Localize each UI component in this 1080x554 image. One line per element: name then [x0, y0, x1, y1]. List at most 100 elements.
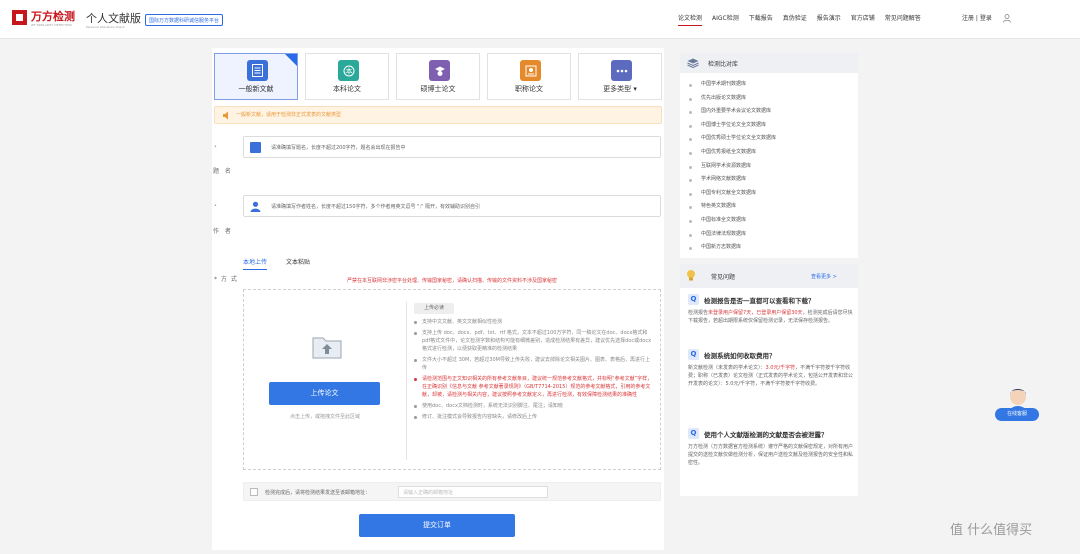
nav-item-demo[interactable]: 报告演示 [817, 12, 841, 26]
tab-professional-title[interactable]: 职称论文 [487, 53, 571, 100]
submit-order-button[interactable]: 提交订单 [359, 514, 515, 537]
faq-answer: 新文献检测（未发表的学术论文）：3.0元/千字符，不满千字符按千字符收费；职称（… [688, 365, 854, 387]
database-item: 中国标准全文数据库 [687, 214, 776, 228]
logo-icon[interactable] [12, 10, 27, 25]
faq-panel: 常见问题 查看更多 > Q 检测报告是否一直都可以查看和下载？ 检测报告未登录用户… [680, 264, 858, 496]
tab-label: 一般新文献 [238, 85, 274, 93]
email-notify-row: 检测完成后，请将检测结果发送至该邮箱地址： 请输入正确的邮箱地址 [243, 482, 661, 501]
login-link[interactable]: 注册 | 登录 [962, 12, 992, 26]
requirement-item: 支持中文文献、英文文献相似性检测 [414, 318, 654, 326]
more-icon [611, 60, 632, 81]
speaker-icon [223, 111, 228, 120]
tab-general-document[interactable]: 一般新文献 [214, 53, 298, 100]
question-icon: Q [688, 349, 699, 360]
database-item: 中国学术期刊数据库 [687, 78, 776, 92]
title-field[interactable]: 请准确填写题名，长度不超过200字符，题名会出现在报告中 [243, 136, 661, 158]
method-label: * 方 式 [214, 276, 238, 283]
email-checkbox[interactable] [250, 488, 258, 496]
database-item: 学术网络文献数据库 [687, 173, 776, 187]
upload-hint: 点击上传，或拖拽文件至此区域 [289, 414, 360, 420]
user-icon[interactable] [1003, 14, 1011, 23]
logo-subtext: WF SIMILARITY DETECTION [31, 23, 72, 27]
scholar-icon [429, 60, 450, 81]
notice-text: 一般新文献，适用于检测非正式发表的文献类型 [236, 112, 342, 118]
title-field-icon [250, 142, 261, 153]
database-item: 优先出版论文数据库 [687, 92, 776, 106]
author-placeholder: 请准确填写作者姓名，长度不超过150字符，多个作者用英文逗号 ";" 隔开，有效… [271, 204, 481, 210]
tab-masters-phd[interactable]: 硕博士论文 [396, 53, 480, 100]
database-item: 特色英文数据库 [687, 200, 776, 214]
tab-undergraduate[interactable]: 本 本科论文 [305, 53, 389, 100]
faq-item: Q 使用个人文献版检测的文献是否会被泄露？ 万方检测（万方数据官方检测系统）遵守严… [688, 428, 853, 467]
logo-text[interactable]: 万方检测 [31, 8, 75, 24]
selected-check-icon [285, 54, 297, 66]
question-icon: Q [688, 428, 699, 439]
notice-bar: 一般新文献，适用于检测非正式发表的文献类型 [214, 106, 662, 124]
tab-label: 本科论文 [333, 85, 361, 93]
faq-more-link[interactable]: 查看更多 > [811, 273, 837, 280]
security-warning: 严禁在本互联网非涉密平台处理、传输国家秘密，请确认扫描、传输的文件资料不涉及国家… [346, 278, 557, 284]
online-service-button[interactable]: 在线客服 [995, 408, 1039, 421]
requirement-item: 修订、批注模式会导致报告内容缺失，请修改后上传 [414, 413, 654, 421]
faq-question[interactable]: 检测系统如何收取费用？ [704, 350, 776, 360]
product-title: 个人文献版 [86, 12, 141, 25]
required-dot: • [214, 144, 217, 150]
database-item: 中国法律法规数据库 [687, 228, 776, 242]
title-placeholder: 请准确填写题名，长度不超过200字符，题名会出现在报告中 [271, 145, 406, 151]
tab-label: 硕博士论文 [420, 85, 456, 93]
question-icon: Q [688, 294, 699, 305]
tab-paste-text[interactable]: 文本粘贴 [286, 257, 310, 270]
title-label: 题 名 [213, 168, 233, 175]
requirement-item: 请检测范围与正文知识相关的所有参考文献条目，建议统一规范参考文献格式，并标明“参… [414, 375, 654, 400]
database-item: 中国优秀报纸全文数据库 [687, 146, 776, 160]
grad-cap-icon: 本 [338, 60, 359, 81]
slogan-badge: 国际万方数据科研诚信服务平台 [145, 14, 224, 26]
requirements-tag: 上传必读 [414, 303, 454, 314]
nav-item-paper-check[interactable]: 论文检测 [678, 12, 703, 26]
layers-icon [687, 58, 699, 68]
product-subtitle: Personal Literature Check [86, 25, 125, 29]
faq-item: Q 检测报告是否一直都可以查看和下载？ 检测报告未登录用户保留7天，已登录用户保留… [688, 294, 853, 325]
email-input[interactable]: 请输入正确的邮箱地址 [398, 486, 548, 498]
database-item: 互联网学术资源数据库 [687, 160, 776, 174]
faq-answer: 检测报告未登录用户保留7天，已登录用户保留30天，检测完成后请您尽快下载报告，若… [688, 310, 853, 324]
svg-text:本: 本 [345, 66, 352, 75]
compare-db-panel: 检测比对库 中国学术期刊数据库 优先出版论文数据库 国内外重要学术会议论文数据库… [680, 53, 858, 258]
db-panel-title: 检测比对库 [708, 61, 739, 68]
person-icon [250, 201, 261, 212]
database-item: 中国博士学位论文全文数据库 [687, 119, 776, 133]
upload-requirements: 支持中文文献、英文文献相似性检测 支持上传 doc、docx、pdf、txt、r… [414, 318, 654, 424]
upload-dropzone[interactable]: 上传论文 点击上传，或拖拽文件至此区域 上传必读 支持中文文献、英文文献相似性检… [243, 289, 661, 470]
certificate-icon [520, 60, 541, 81]
database-item: 中国新方志数据库 [687, 241, 776, 255]
faq-question[interactable]: 使用个人文献版检测的文献是否会被泄露？ [704, 429, 828, 439]
database-list: 中国学术期刊数据库 优先出版论文数据库 国内外重要学术会议论文数据库 中国博士学… [687, 78, 776, 255]
required-dot: • [214, 203, 217, 209]
requirement-item: 支持上传 doc、docx、pdf、txt、rtf 格式，文本不超过100万字符… [414, 329, 654, 354]
nav-item-download[interactable]: 下载报告 [749, 12, 773, 26]
upload-paper-button[interactable]: 上传论文 [269, 382, 380, 405]
tab-more-types[interactable]: 更多类型 ▾ [578, 53, 662, 100]
document-type-tabs: 一般新文献 本 本科论文 硕博士论文 职称论文 更多类型 ▾ [214, 53, 669, 100]
author-label: 作 者 [213, 228, 233, 235]
tab-local-upload[interactable]: 本地上传 [243, 257, 268, 270]
main-nav: 论文检测 AIGC检测 下载报告 真伪验证 报告演示 官方店铺 常见问题解答 [678, 12, 931, 26]
requirement-item: 使用doc、docx文档检测时，系统无法识别脚注、尾注；请知晓 [414, 402, 654, 410]
top-header: 万方检测 WF SIMILARITY DETECTION 个人文献版 Perso… [0, 0, 1080, 38]
faq-title: 常见问题 [711, 274, 736, 281]
database-item: 中国专利文献全文数据库 [687, 187, 776, 201]
watermark-text: 值 什么值得买 [950, 523, 1033, 538]
tab-label: 更多类型 ▾ [603, 85, 637, 93]
faq-item: Q 检测系统如何收取费用？ 新文献检测（未发表的学术论文）：3.0元/千字符，不满… [688, 349, 853, 388]
faq-question[interactable]: 检测报告是否一直都可以查看和下载？ [704, 295, 815, 305]
email-label: 检测完成后，请将检测结果发送至该邮箱地址： [265, 490, 371, 496]
database-item: 国内外重要学术会议论文数据库 [687, 105, 776, 119]
nav-item-faq[interactable]: 常见问题解答 [885, 12, 921, 26]
nav-item-store[interactable]: 官方店铺 [851, 12, 875, 26]
folder-upload-icon [312, 337, 342, 359]
nav-item-aigc[interactable]: AIGC检测 [712, 12, 739, 26]
database-item: 中国优秀硕士学位论文全文数据库 [687, 132, 776, 146]
upload-mode-tabs: 本地上传 文本粘贴 [243, 257, 329, 270]
nav-item-verify[interactable]: 真伪验证 [783, 12, 807, 26]
author-field[interactable]: 请准确填写作者姓名，长度不超过150字符，多个作者用英文逗号 ";" 隔开，有效… [243, 195, 661, 217]
